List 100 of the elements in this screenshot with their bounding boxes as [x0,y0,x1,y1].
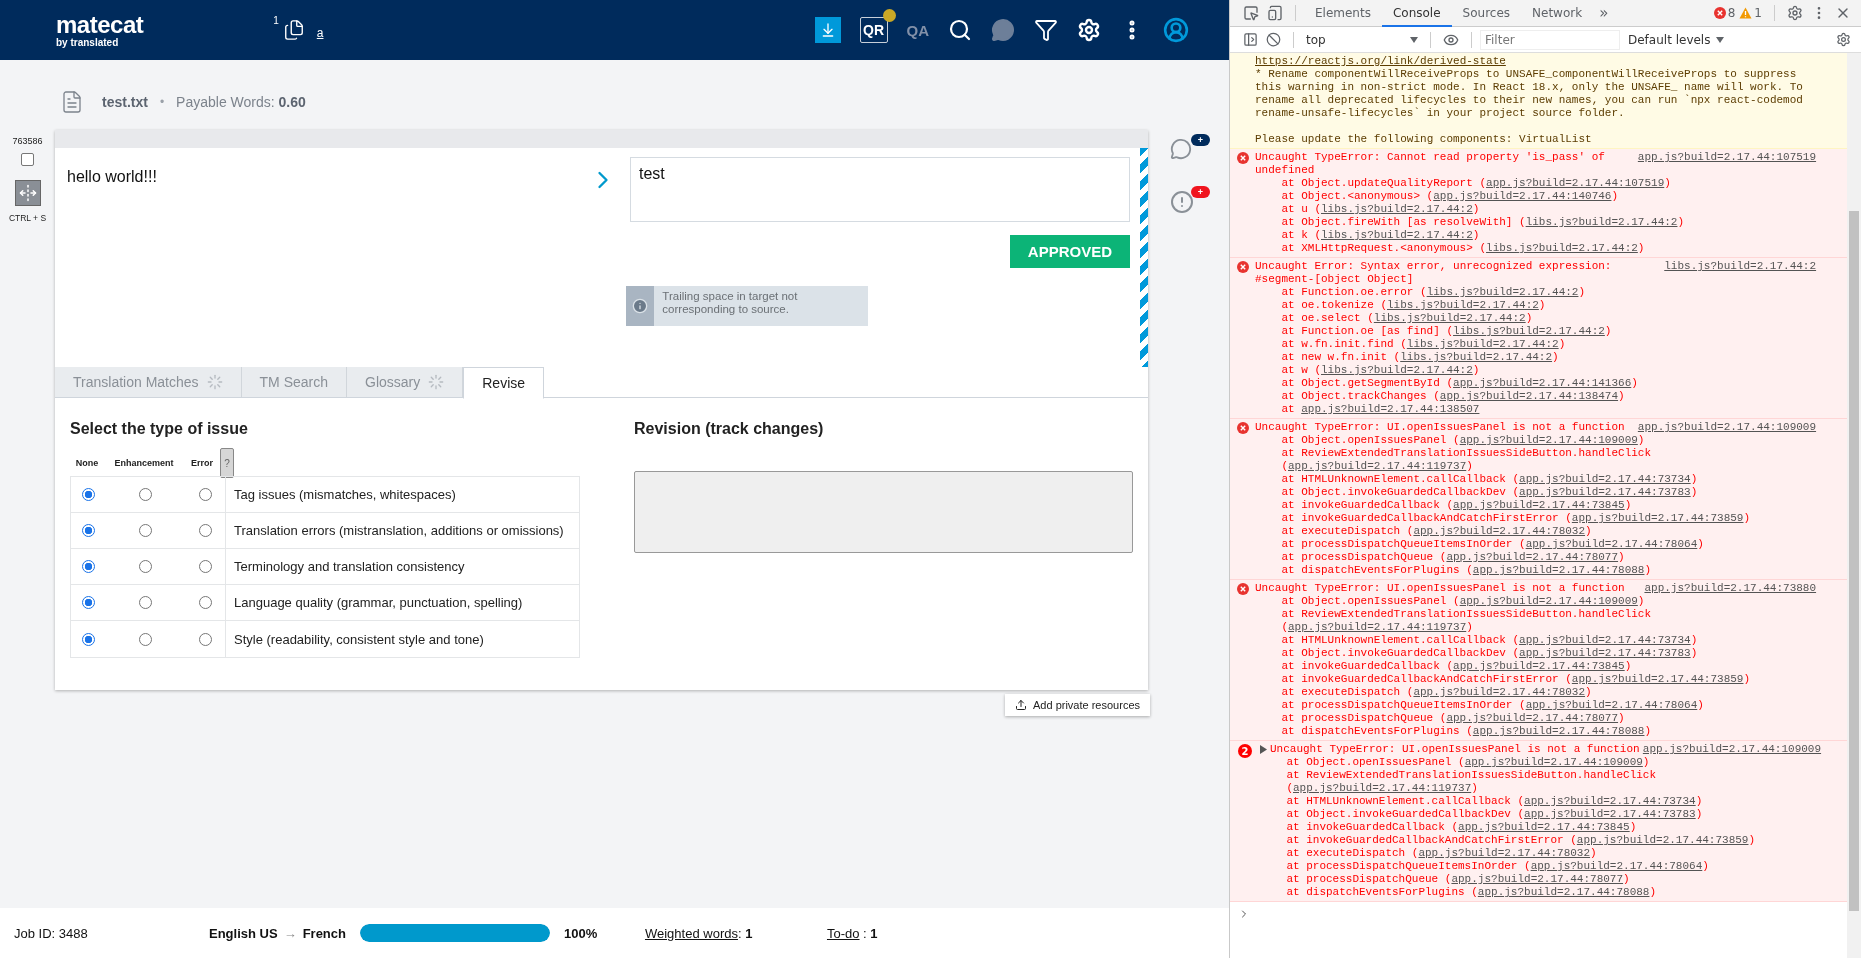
frame-link[interactable]: libs.js?build=2.17.44:2 [1486,242,1638,254]
help-button[interactable]: ? [220,448,234,478]
frame-link[interactable]: app.js?build=2.17.44:73859 [1571,673,1744,685]
frame-link[interactable]: app.js?build=2.17.44:109009 [1464,756,1643,768]
source-link[interactable]: app.js?build=2.17.44:109009 [1637,421,1817,434]
frame-link[interactable]: app.js?build=2.17.44:78064 [1525,538,1698,550]
frame-link[interactable]: libs.js?build=2.17.44:2 [1321,229,1473,241]
scrollbar-thumb[interactable] [1849,211,1859,911]
filter-icon[interactable] [1034,18,1058,42]
expand-triangle-icon[interactable] [1260,745,1267,754]
radio-button[interactable] [138,488,152,501]
stack-frame: at Object.invokeGuardedCallbackDev (app.js?build=2.17.44:73783) [1255,486,1817,499]
frame-link[interactable]: app.js?build=2.17.44:73783 [1519,486,1691,498]
frame-link[interactable]: app.js?build=2.17.44:138507 [1301,403,1480,415]
frame-link[interactable]: app.js?build=2.17.44:73783 [1524,808,1696,820]
devtools-tab[interactable]: Network [1521,0,1594,27]
weighted-words-link[interactable]: Weighted words [644,925,738,941]
radio-button[interactable] [198,632,212,646]
target-field[interactable]: test [630,157,1130,222]
frame-link[interactable]: libs.js?build=2.17.44:2 [1400,351,1553,363]
more-tabs-button[interactable]: » [1593,4,1615,22]
comment-button[interactable]: + [1170,134,1210,164]
radio-button[interactable] [81,596,95,609]
frame-link[interactable]: app.js?build=2.17.44:107519 [1486,177,1665,189]
files-icon[interactable] [282,19,305,41]
search-icon[interactable] [948,18,972,42]
frame-link[interactable]: app.js?build=2.17.44:73859 [1571,512,1744,524]
frame-link[interactable]: libs.js?build=2.17.44:2 [1321,203,1473,215]
frame-link[interactable]: app.js?build=2.17.44:119737 [1293,782,1472,794]
frame-link[interactable]: app.js?build=2.17.44:73845 [1458,821,1630,833]
context-select[interactable]: top [1302,32,1422,47]
frame-link[interactable]: app.js?build=2.17.44:78032 [1418,847,1591,859]
devtools-tab[interactable]: Sources [1451,0,1522,27]
frame-link[interactable]: app.js?build=2.17.44:73783 [1519,647,1691,659]
frame-link[interactable]: app.js?build=2.17.44:78088 [1472,725,1645,737]
radio-button[interactable] [81,632,95,646]
radio-button[interactable] [138,632,152,646]
add-resources-button[interactable]: Add private resources [1005,694,1150,716]
user-icon[interactable] [1163,17,1189,43]
frame-link[interactable]: libs.js?build=2.17.44:2 [1373,312,1526,324]
levels-select[interactable]: Default levels [1620,32,1733,47]
frame-link[interactable]: libs.js?build=2.17.44:2 [1406,338,1559,350]
radio-button[interactable] [138,596,152,609]
frame-link[interactable]: app.js?build=2.17.44:78064 [1525,699,1698,711]
frame-link[interactable]: libs.js?build=2.17.44:2 [1321,364,1473,376]
frame-link[interactable]: app.js?build=2.17.44:138474 [1439,390,1619,402]
frame-link[interactable]: app.js?build=2.17.44:78032 [1413,686,1586,698]
source-link[interactable]: app.js?build=2.17.44:107519 [1637,151,1817,164]
segment-checkbox[interactable] [21,153,34,166]
radio-button[interactable] [198,596,212,609]
split-button[interactable] [14,180,41,206]
scrollbar[interactable] [1847,53,1861,958]
frame-link[interactable]: app.js?build=2.17.44:78077 [1446,551,1619,563]
frame-link[interactable]: app.js?build=2.17.44:78088 [1472,564,1645,576]
frame-link[interactable]: app.js?build=2.17.44:78088 [1477,886,1650,898]
radio-button[interactable] [198,488,212,501]
source-link[interactable]: app.js?build=2.17.44:73880 [1644,582,1817,595]
frame-link[interactable]: libs.js?build=2.17.44:2 [1453,325,1605,337]
radio-button[interactable] [81,524,95,537]
frame-link[interactable]: app.js?build=2.17.44:78077 [1451,873,1624,885]
radio-button[interactable] [198,524,212,537]
frame-link[interactable]: libs.js?build=2.17.44:2 [1387,299,1539,311]
issues-button[interactable]: + [1170,186,1210,216]
download-button[interactable] [814,17,841,43]
radio-button[interactable] [138,524,152,537]
radio-button[interactable] [138,560,152,573]
devtools-tab[interactable]: Elements [1304,0,1382,27]
panel-tab[interactable]: Revise [463,367,545,399]
frame-link[interactable]: app.js?build=2.17.44:119737 [1288,460,1467,472]
frame-link[interactable]: app.js?build=2.17.44:109009 [1459,434,1638,446]
frame-link[interactable]: app.js?build=2.17.44:109009 [1459,595,1638,607]
todo-link[interactable]: To-do [826,925,860,941]
frame-link[interactable]: app.js?build=2.17.44:73845 [1453,499,1625,511]
warning-count[interactable]: 1 [1754,6,1762,20]
frame-link[interactable]: app.js?build=2.17.44:73734 [1519,473,1691,485]
radio-button[interactable] [81,560,95,573]
frame-link[interactable]: app.js?build=2.17.44:78032 [1413,525,1586,537]
source-link[interactable]: libs.js?build=2.17.44:2 [1664,260,1817,273]
job-link[interactable]: a [316,26,324,40]
frame-link[interactable]: app.js?build=2.17.44:78077 [1446,712,1619,724]
comment-icon[interactable] [991,18,1015,42]
error-count[interactable]: 8 [1727,6,1736,20]
docs-link[interactable]: https://reactjs.org/link/derived-state [1255,55,1506,68]
frame-link[interactable]: app.js?build=2.17.44:119737 [1288,621,1467,633]
radio-button[interactable] [198,560,212,573]
frame-link[interactable]: app.js?build=2.17.44:140746 [1433,190,1612,202]
frame-link[interactable]: libs.js?build=2.17.44:2 [1525,216,1678,228]
frame-link[interactable]: app.js?build=2.17.44:141366 [1453,377,1632,389]
target-language: French [302,925,346,941]
frame-link[interactable]: app.js?build=2.17.44:73859 [1576,834,1749,846]
frame-link[interactable]: app.js?build=2.17.44:73734 [1519,634,1691,646]
frame-link[interactable]: app.js?build=2.17.44:73734 [1524,795,1696,807]
frame-link[interactable]: app.js?build=2.17.44:73845 [1453,660,1625,672]
radio-button[interactable] [81,488,95,501]
settings-icon[interactable] [1077,18,1101,42]
frame-link[interactable]: libs.js?build=2.17.44:2 [1426,286,1579,298]
frame-link[interactable]: app.js?build=2.17.44:78064 [1530,860,1703,872]
qa-button[interactable]: QA [906,21,929,39]
source-link[interactable]: app.js?build=2.17.44:109009 [1642,743,1822,756]
filter-field[interactable]: Filter [1480,29,1620,50]
